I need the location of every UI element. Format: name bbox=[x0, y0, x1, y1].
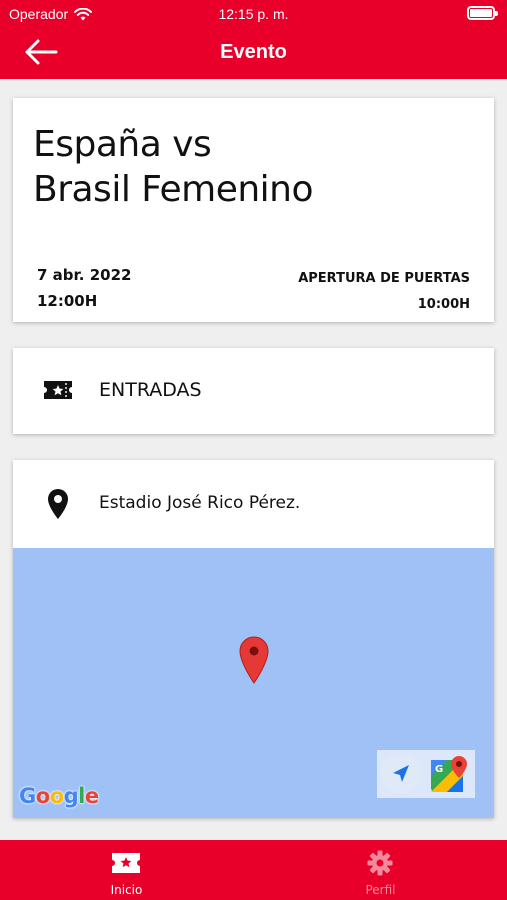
map-marker-icon[interactable] bbox=[239, 636, 269, 684]
status-bar: Operador 12:15 p. m. bbox=[0, 0, 507, 28]
page-title: Evento bbox=[220, 41, 287, 63]
ticket-icon bbox=[44, 381, 72, 399]
tab-bar: Inicio Perfil bbox=[0, 840, 507, 900]
event-card: España vs Brasil Femenino 7 abr. 2022 12… bbox=[13, 98, 494, 322]
svg-text:G: G bbox=[435, 764, 443, 775]
event-title: España vs Brasil Femenino bbox=[33, 122, 314, 212]
location-card: Estadio José Rico Pérez. Google G bbox=[13, 460, 494, 818]
ticket-icon bbox=[112, 853, 140, 873]
venue-name: Estadio José Rico Pérez. bbox=[99, 493, 301, 513]
event-title-line1: España vs bbox=[33, 124, 212, 165]
event-time: 12:00H bbox=[37, 292, 98, 310]
event-datetime: 7 abr. 2022 12:00H bbox=[37, 262, 131, 314]
doors-time: 10:00H bbox=[417, 297, 470, 312]
event-date: 7 abr. 2022 bbox=[37, 266, 132, 284]
doors-label: APERTURA DE PUERTAS bbox=[298, 271, 470, 286]
event-title-line2: Brasil Femenino bbox=[33, 169, 314, 210]
tab-label: Inicio bbox=[110, 883, 143, 897]
status-time: 12:15 p. m. bbox=[218, 6, 289, 22]
open-google-maps-button[interactable]: G bbox=[429, 754, 471, 794]
map-controls: G bbox=[377, 750, 475, 798]
tab-label: Perfil bbox=[365, 883, 396, 897]
battery-icon bbox=[467, 6, 498, 20]
navigate-button[interactable] bbox=[381, 754, 421, 794]
map-view[interactable]: Google G bbox=[13, 548, 494, 818]
google-maps-icon: G bbox=[431, 756, 467, 792]
navigation-arrow-icon bbox=[393, 765, 409, 782]
gear-icon bbox=[367, 850, 393, 876]
tab-perfil[interactable]: Perfil bbox=[254, 840, 507, 900]
tickets-label: ENTRADAS bbox=[99, 379, 202, 401]
google-logo: Google bbox=[19, 784, 99, 808]
nav-bar: Evento bbox=[0, 30, 507, 74]
tickets-button[interactable]: ENTRADAS bbox=[13, 348, 494, 434]
doors-opening: APERTURA DE PUERTAS 10:00H bbox=[298, 266, 470, 318]
location-pin-icon bbox=[48, 489, 68, 519]
tab-inicio[interactable]: Inicio bbox=[0, 840, 253, 900]
top-bar: Operador 12:15 p. m. Evento bbox=[0, 0, 507, 79]
